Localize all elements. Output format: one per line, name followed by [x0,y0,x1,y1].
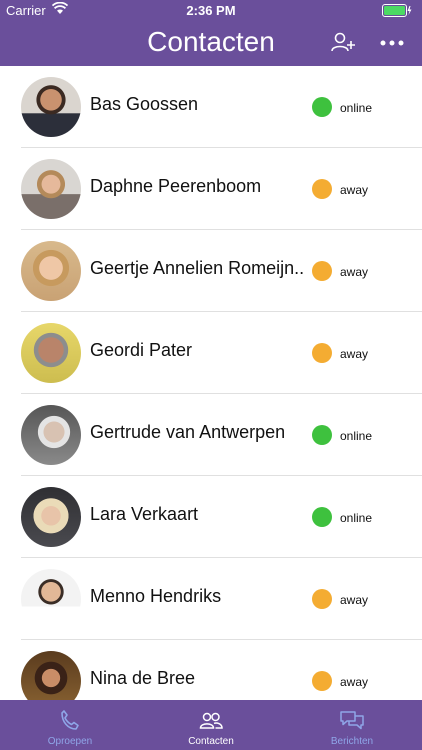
contact-row[interactable]: Gertrude van Antwerpen online [0,394,422,476]
status-label: online [340,511,373,525]
phone-icon [61,710,79,730]
status-dot [312,261,332,281]
avatar [21,241,81,301]
status-label: away [340,265,369,279]
status-dot [312,671,332,691]
contact-name: Nina de Bree [90,668,196,688]
contact-name: Geertje Annelien Romeijn... [90,258,305,278]
tab-berichten[interactable]: Berichten [282,700,422,750]
contact-row[interactable]: Nina de Bree away [0,640,422,700]
contact-name: Geordi Pater [90,340,193,360]
contact-row[interactable]: Geertje Annelien Romeijn... away [0,230,422,312]
page-title: Contacten [147,26,275,57]
contact-list[interactable]: Bas Goossen online Daphne Peerenboom awa… [0,66,422,700]
messages-icon [340,711,364,730]
status-dot [312,97,332,117]
more-icon [380,40,404,46]
status-label: away [340,675,369,689]
contact-name: Menno Hendriks [90,586,222,606]
status-dot [312,507,332,527]
more-options-button[interactable] [378,32,406,54]
add-contact-button[interactable] [330,30,356,56]
status-dot [312,589,332,609]
status-label: online [340,101,373,115]
tab-label: Contacten [188,736,234,747]
contact-row[interactable]: Bas Goossen online [0,66,422,148]
contact-row[interactable]: Daphne Peerenboom away [0,148,422,230]
avatar [21,569,81,629]
contacts-icon [199,712,223,729]
tab-bar: Oproepen Contacten Berichten [0,700,422,750]
tab-oproepen[interactable]: Oproepen [0,700,140,750]
battery-icon [382,4,412,20]
navigation-bar: Contacten [0,22,422,66]
avatar [21,651,81,700]
status-label: online [340,429,373,443]
add-user-icon [331,32,355,52]
contact-name: Lara Verkaart [90,504,199,524]
tab-label: Berichten [330,736,374,747]
tab-contacten[interactable]: Contacten [141,700,281,750]
avatar [21,159,81,219]
status-dot [312,343,332,363]
contact-row[interactable]: Lara Verkaart online [0,476,422,558]
contact-name: Bas Goossen [90,94,199,114]
status-dot [312,179,332,199]
avatar [21,323,81,383]
tab-label: Oproepen [47,736,93,747]
contact-name: Daphne Peerenboom [90,176,262,196]
status-dot [312,425,332,445]
contact-row[interactable]: Menno Hendriks away [0,558,422,640]
clock: 2:36 PM [186,3,236,18]
status-label: away [340,347,369,361]
status-label: away [340,593,369,607]
avatar [21,487,81,547]
contact-row[interactable]: Geordi Pater away [0,312,422,394]
contact-name: Gertrude van Antwerpen [90,422,286,442]
avatar [21,77,81,137]
status-bar: Carrier 2:36 PM [0,0,422,22]
avatar [21,405,81,465]
status-label: away [340,183,369,197]
